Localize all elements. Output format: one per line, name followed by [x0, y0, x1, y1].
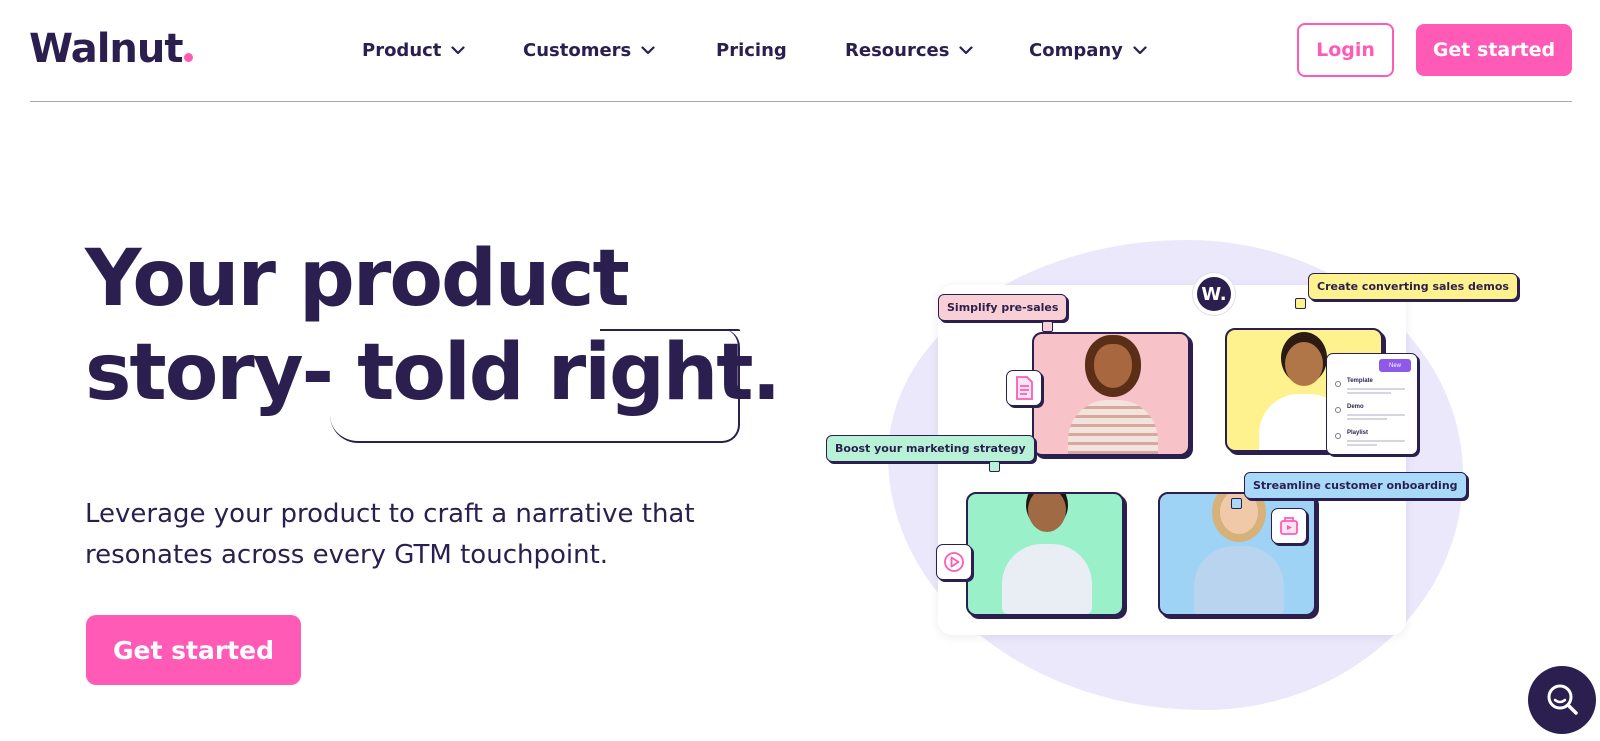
connector-square: [1295, 298, 1306, 309]
search-fab-button[interactable]: [1528, 666, 1596, 734]
site-header: Walnut Product Customers Pricing Resourc…: [0, 0, 1600, 102]
mini-new-label: New: [1388, 362, 1401, 369]
person-head: [1094, 344, 1132, 388]
walnut-badge: W.: [1193, 273, 1235, 315]
connector-square: [989, 461, 1000, 472]
header-get-started-button[interactable]: Get started: [1416, 24, 1572, 76]
mini-create-panel: New Template Demo Playlist: [1326, 353, 1418, 455]
hero-headline-line-2: story- told right.: [85, 328, 781, 418]
hero-get-started-button[interactable]: Get started: [86, 615, 301, 685]
search-icon: [1547, 684, 1578, 715]
logo-text[interactable]: Walnut: [29, 26, 183, 72]
mini-row-title: Template: [1347, 378, 1373, 384]
play-icon: [936, 544, 972, 580]
walnut-logo[interactable]: Walnut: [29, 26, 194, 72]
hero-subtext: Leverage your product to craft a narrati…: [85, 499, 695, 570]
connector-square: [1231, 498, 1242, 509]
folder-icon: [1271, 508, 1307, 544]
mini-row-line: [1347, 414, 1405, 416]
photo-woman-pink: [1032, 332, 1190, 456]
connector-square: [1042, 321, 1053, 332]
login-button[interactable]: Login: [1297, 23, 1394, 77]
tag-simplify-presales: Simplify pre-sales: [938, 294, 1068, 321]
photo-man-green: [966, 492, 1124, 616]
mini-row-title: Demo: [1347, 404, 1364, 410]
person-body: [1194, 546, 1284, 614]
hero-illustration: W. Simplify pre-sales Create converting …: [826, 240, 1518, 710]
chevron-down-icon: [451, 45, 466, 54]
mini-row-line: [1347, 444, 1377, 446]
nav-label-resources: Resources: [845, 39, 950, 61]
header-divider: [30, 101, 1572, 102]
mini-row-line: [1347, 418, 1387, 420]
nav-item-product[interactable]: Product: [362, 39, 466, 61]
mini-new-button: New: [1379, 359, 1411, 372]
mini-row-title: Playlist: [1347, 430, 1369, 436]
mini-row-line: [1347, 388, 1405, 390]
tag-streamline-onboarding: Streamline customer onboarding: [1244, 472, 1467, 499]
mini-row-icon: [1335, 433, 1341, 439]
nav-item-customers[interactable]: Customers: [523, 40, 655, 61]
chevron-down-icon: [959, 45, 974, 54]
mini-row-icon: [1335, 407, 1341, 413]
nav-item-resources[interactable]: Resources: [845, 39, 974, 61]
mini-row-line: [1347, 392, 1391, 394]
chevron-down-icon: [1133, 45, 1147, 54]
nav-item-company[interactable]: Company: [1029, 40, 1147, 61]
mini-row-line: [1347, 440, 1405, 442]
nav-item-pricing[interactable]: Pricing: [716, 40, 787, 61]
tag-boost-marketing: Boost your marketing strategy: [826, 435, 1035, 462]
nav-label-product: Product: [362, 39, 442, 61]
logo-dot-icon: [184, 53, 194, 62]
nav-label-company: Company: [1029, 39, 1123, 61]
hero-headline: Your product story- told right.: [85, 232, 781, 420]
nav-label-pricing: Pricing: [716, 39, 787, 61]
hero-headline-line-1: Your product: [85, 234, 630, 324]
document-icon: [1006, 370, 1042, 406]
person-body: [1068, 400, 1158, 454]
nav-label-customers: Customers: [523, 39, 632, 61]
mini-row-icon: [1335, 381, 1341, 387]
person-body: [1002, 544, 1092, 614]
person-head: [1285, 342, 1323, 386]
chevron-down-icon: [641, 45, 655, 54]
person-head: [1028, 494, 1066, 532]
tag-create-sales-demos: Create converting sales demos: [1308, 273, 1518, 300]
